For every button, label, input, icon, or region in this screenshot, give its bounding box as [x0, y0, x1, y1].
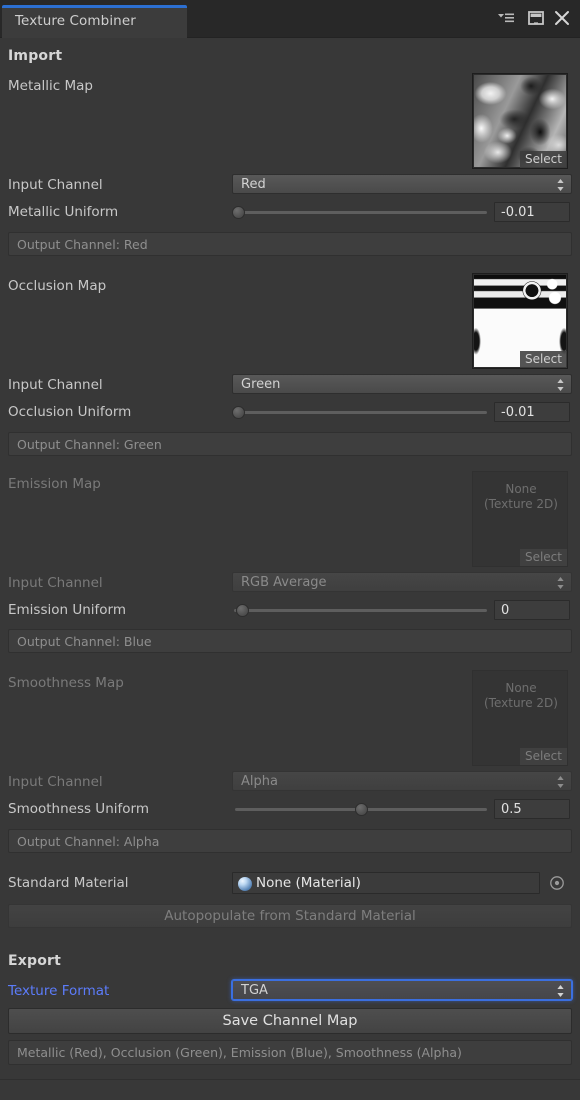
emission-uniform-label: Emission Uniform	[8, 602, 126, 618]
smoothness-map-label: Smoothness Map	[8, 675, 124, 691]
slider-track	[232, 411, 487, 414]
smoothness-uniform-slider[interactable]	[235, 799, 487, 819]
occlusion-map-objectfield[interactable]: Select	[472, 273, 568, 369]
slider-knob[interactable]	[232, 406, 245, 419]
occlusion-map-label: Occlusion Map	[8, 278, 106, 294]
emission-map-select-button[interactable]: Select	[520, 549, 567, 566]
occlusion-uniform-label: Occlusion Uniform	[8, 404, 131, 420]
tab-label: Texture Combiner	[15, 13, 136, 29]
standard-material-label: Standard Material	[8, 875, 129, 891]
smoothness-map-objectfield[interactable]: None (Texture 2D) Select	[472, 670, 568, 766]
smoothness-map-select-button[interactable]: Select	[520, 748, 567, 765]
material-sphere-icon	[238, 877, 252, 891]
metallic-input-channel-dropdown[interactable]: Red	[232, 174, 572, 194]
smoothness-input-channel-label: Input Channel	[8, 774, 103, 790]
autopopulate-button-label: Autopopulate from Standard Material	[9, 908, 571, 924]
chevron-updown-icon	[556, 378, 565, 392]
metallic-uniform-slider[interactable]	[232, 202, 487, 222]
chevron-updown-icon	[556, 576, 565, 590]
metallic-input-channel-value: Red	[241, 177, 266, 192]
metallic-uniform-label: Metallic Uniform	[8, 204, 118, 220]
bottom-separator	[0, 1079, 580, 1080]
object-picker-icon[interactable]	[549, 875, 565, 891]
window-content: Import Metallic Map Select Input Channel…	[0, 38, 580, 1100]
emission-none-line2: (Texture 2D)	[473, 497, 568, 512]
emission-output-channel-text: Output Channel: Blue	[17, 634, 152, 649]
save-channel-map-button-label: Save Channel Map	[9, 1013, 571, 1029]
emission-map-objectfield[interactable]: None (Texture 2D) Select	[472, 471, 568, 567]
close-icon[interactable]	[552, 8, 572, 28]
metallic-map-label: Metallic Map	[8, 78, 93, 94]
export-summary-text: Metallic (Red), Occlusion (Green), Emiss…	[17, 1045, 462, 1060]
maximize-icon[interactable]	[526, 8, 546, 28]
smoothness-output-channel-text: Output Channel: Alpha	[17, 834, 159, 849]
texture-format-label: Texture Format	[8, 983, 109, 999]
standard-material-value: None (Material)	[256, 875, 361, 891]
texture-format-dropdown[interactable]: TGA	[232, 980, 572, 1000]
standard-material-objectfield[interactable]: None (Material)	[232, 872, 540, 894]
emission-output-channel-box: Output Channel: Blue	[8, 629, 572, 653]
save-channel-map-button[interactable]: Save Channel Map	[8, 1008, 572, 1034]
emission-uniform-value-field[interactable]: 0	[494, 600, 570, 620]
occlusion-uniform-slider[interactable]	[232, 402, 487, 422]
emission-none-line1: None	[473, 482, 568, 497]
occlusion-map-select-button[interactable]: Select	[520, 351, 567, 368]
emission-map-label: Emission Map	[8, 476, 101, 492]
slider-track	[234, 609, 487, 612]
occlusion-uniform-value-field[interactable]: -0.01	[494, 402, 570, 422]
smoothness-uniform-value-field[interactable]: 0.5	[494, 799, 570, 819]
occlusion-input-channel-label: Input Channel	[8, 377, 103, 393]
smoothness-uniform-value: 0.5	[501, 802, 522, 817]
smoothness-input-channel-dropdown[interactable]: Alpha	[232, 771, 572, 791]
chevron-updown-icon	[556, 775, 565, 789]
chevron-updown-icon	[556, 984, 565, 998]
slider-knob[interactable]	[232, 206, 245, 219]
texture-combiner-window: Texture Combiner Import	[0, 0, 580, 1100]
occlusion-uniform-value: -0.01	[501, 405, 535, 420]
section-header-export: Export	[8, 953, 61, 969]
metallic-output-channel-text: Output Channel: Red	[17, 237, 148, 252]
emission-input-channel-label: Input Channel	[8, 575, 103, 591]
metallic-map-select-button[interactable]: Select	[520, 151, 567, 168]
smoothness-map-none-text: None (Texture 2D)	[473, 681, 568, 711]
smoothness-none-line1: None	[473, 681, 568, 696]
metallic-uniform-value: -0.01	[501, 205, 535, 220]
section-header-import: Import	[8, 48, 62, 64]
metallic-map-objectfield[interactable]: Select	[472, 73, 568, 169]
metallic-uniform-value-field[interactable]: -0.01	[494, 202, 570, 222]
emission-uniform-value: 0	[501, 603, 509, 618]
emission-input-channel-dropdown[interactable]: RGB Average	[232, 572, 572, 592]
export-summary-box: Metallic (Red), Occlusion (Green), Emiss…	[8, 1040, 572, 1065]
occlusion-output-channel-text: Output Channel: Green	[17, 437, 162, 452]
slider-knob[interactable]	[236, 604, 249, 617]
smoothness-output-channel-box: Output Channel: Alpha	[8, 829, 572, 853]
smoothness-input-channel-value: Alpha	[241, 774, 278, 789]
smoothness-none-line2: (Texture 2D)	[473, 696, 568, 711]
options-menu-icon[interactable]	[496, 8, 516, 28]
autopopulate-button[interactable]: Autopopulate from Standard Material	[8, 904, 572, 928]
metallic-output-channel-box: Output Channel: Red	[8, 232, 572, 256]
slider-knob[interactable]	[355, 803, 368, 816]
window-titlebar: Texture Combiner	[0, 0, 580, 38]
texture-format-value: TGA	[241, 983, 268, 998]
metallic-input-channel-label: Input Channel	[8, 177, 103, 193]
slider-track	[232, 211, 487, 214]
emission-uniform-slider[interactable]	[234, 600, 487, 620]
occlusion-output-channel-box: Output Channel: Green	[8, 432, 572, 456]
emission-map-none-text: None (Texture 2D)	[473, 482, 568, 512]
emission-input-channel-value: RGB Average	[241, 575, 327, 590]
smoothness-uniform-label: Smoothness Uniform	[8, 801, 149, 817]
occlusion-input-channel-dropdown[interactable]: Green	[232, 374, 572, 394]
chevron-updown-icon	[556, 178, 565, 192]
tab-texture-combiner[interactable]: Texture Combiner	[2, 5, 187, 38]
occlusion-input-channel-value: Green	[241, 377, 280, 392]
